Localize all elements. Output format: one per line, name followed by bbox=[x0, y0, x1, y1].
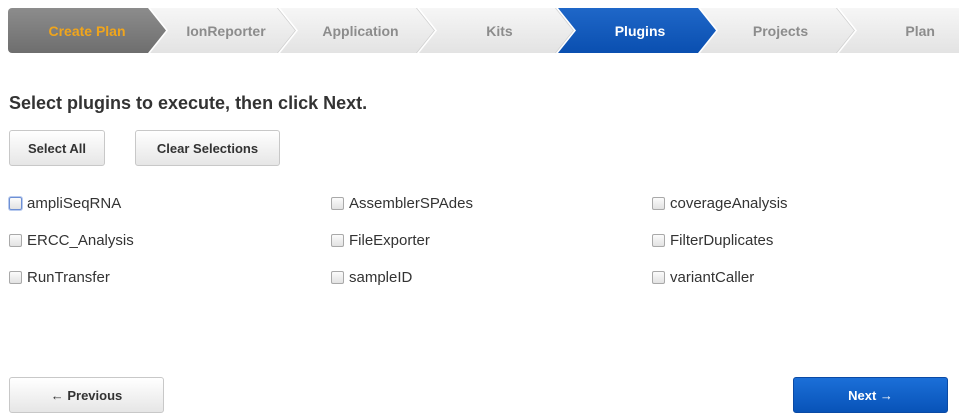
plugin-label: FilterDuplicates bbox=[670, 232, 774, 249]
checkbox[interactable] bbox=[9, 271, 22, 284]
step-label: Plugins bbox=[614, 22, 666, 39]
step-application[interactable]: Application bbox=[280, 8, 435, 53]
plugin-label: sampleID bbox=[349, 269, 413, 286]
plugin-item-sampleid[interactable]: sampleID bbox=[331, 269, 412, 286]
step-create-plan[interactable]: Create Plan bbox=[8, 8, 166, 53]
plugin-label: RunTransfer bbox=[27, 269, 110, 286]
plugin-item-assemblerspades[interactable]: AssemblerSPAdes bbox=[331, 195, 473, 212]
plugin-label: variantCaller bbox=[670, 269, 755, 286]
checkbox[interactable] bbox=[331, 271, 344, 284]
plugin-label: AssemblerSPAdes bbox=[349, 195, 473, 212]
plugin-item-variantcaller[interactable]: variantCaller bbox=[652, 269, 754, 286]
step-label: Kits bbox=[486, 22, 513, 39]
step-plugins[interactable]: Plugins bbox=[558, 8, 716, 53]
step-label: Create Plan bbox=[48, 22, 126, 39]
step-projects[interactable]: Projects bbox=[700, 8, 855, 53]
checkbox[interactable] bbox=[652, 271, 665, 284]
step-label: Application bbox=[322, 22, 399, 39]
checkbox[interactable] bbox=[9, 197, 22, 210]
previous-button[interactable]: ← Previous bbox=[9, 377, 164, 413]
select-all-button[interactable]: Select All bbox=[9, 130, 105, 166]
checkbox[interactable] bbox=[331, 197, 344, 210]
checkbox[interactable] bbox=[9, 234, 22, 247]
checkbox[interactable] bbox=[331, 234, 344, 247]
plugin-label: FileExporter bbox=[349, 232, 430, 249]
step-label: IonReporter bbox=[186, 22, 266, 39]
wizard-step-bar: Create Plan IonReporter Application Kits… bbox=[8, 8, 959, 53]
plugin-label: ERCC_Analysis bbox=[27, 232, 134, 249]
plugin-label: coverageAnalysis bbox=[670, 195, 788, 212]
step-label: Plan bbox=[905, 22, 935, 39]
clear-selections-button[interactable]: Clear Selections bbox=[135, 130, 280, 166]
step-label: Projects bbox=[752, 22, 809, 39]
next-button[interactable]: Next → bbox=[793, 377, 948, 413]
plugin-item-coverageanalysis[interactable]: coverageAnalysis bbox=[652, 195, 788, 212]
page-heading: Select plugins to execute, then click Ne… bbox=[9, 93, 368, 113]
step-ionreporter[interactable]: IonReporter bbox=[150, 8, 296, 53]
plugin-item-ampliseqrna[interactable]: ampliSeqRNA bbox=[9, 195, 121, 212]
plugin-item-ercc-analysis[interactable]: ERCC_Analysis bbox=[9, 232, 134, 249]
plugin-item-runtransfer[interactable]: RunTransfer bbox=[9, 269, 110, 286]
plugin-label: ampliSeqRNA bbox=[27, 195, 122, 212]
step-kits[interactable]: Kits bbox=[419, 8, 574, 53]
step-plan[interactable]: Plan bbox=[839, 8, 959, 53]
checkbox[interactable] bbox=[652, 197, 665, 210]
plugin-item-fileexporter[interactable]: FileExporter bbox=[331, 232, 430, 249]
plugin-item-filterduplicates[interactable]: FilterDuplicates bbox=[652, 232, 773, 249]
checkbox[interactable] bbox=[652, 234, 665, 247]
